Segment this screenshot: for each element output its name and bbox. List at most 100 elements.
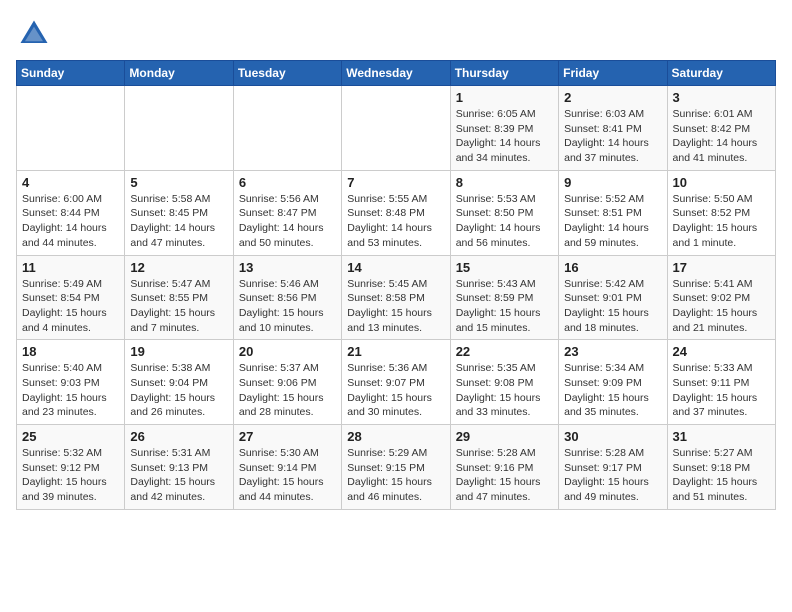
day-number: 27 [239,429,336,444]
day-detail: Sunrise: 5:49 AM Sunset: 8:54 PM Dayligh… [22,277,119,336]
day-cell: 9Sunrise: 5:52 AM Sunset: 8:51 PM Daylig… [559,170,667,255]
day-number: 1 [456,90,553,105]
day-number: 28 [347,429,444,444]
day-cell: 23 Sunrise: 5:34 AM Sunset: 9:09 PM Dayli… [559,340,667,425]
day-detail: Sunrise: 6:03 AM Sunset: 8:41 PM Dayligh… [564,107,661,166]
day-cell: 27 Sunrise: 5:30 AM Sunset: 9:14 PM Dayli… [233,425,341,510]
day-detail: Sunrise: 5:28 AM Sunset: 9:16 PM Dayligh… [456,446,553,505]
week-row-5: 25 Sunrise: 5:32 AM Sunset: 9:12 PM Dayli… [17,425,776,510]
day-number: 9 [564,175,661,190]
day-cell [233,86,341,171]
day-cell: 6 Sunrise: 5:56 AM Sunset: 8:47 PM Daylig… [233,170,341,255]
day-detail: Sunrise: 5:34 AM Sunset: 9:09 PM Dayligh… [564,361,661,420]
day-cell: 5 Sunrise: 5:58 AM Sunset: 8:45 PM Daylig… [125,170,233,255]
day-number: 24 [673,344,770,359]
day-cell: 12 Sunrise: 5:47 AM Sunset: 8:55 PM Dayli… [125,255,233,340]
day-detail: Sunrise: 5:40 AM Sunset: 9:03 PM Dayligh… [22,361,119,420]
day-cell: 2 Sunrise: 6:03 AM Sunset: 8:41 PM Daylig… [559,86,667,171]
day-cell: 3 Sunrise: 6:01 AM Sunset: 8:42 PM Daylig… [667,86,775,171]
day-number: 30 [564,429,661,444]
day-number: 18 [22,344,119,359]
logo [16,16,56,52]
day-number: 26 [130,429,227,444]
day-number: 29 [456,429,553,444]
day-cell: 15 Sunrise: 5:43 AM Sunset: 8:59 PM Dayli… [450,255,558,340]
day-detail: Sunrise: 5:41 AM Sunset: 9:02 PM Dayligh… [673,277,770,336]
column-header-monday: Monday [125,61,233,86]
day-cell: 8 Sunrise: 5:53 AM Sunset: 8:50 PM Daylig… [450,170,558,255]
day-cell [342,86,450,171]
day-detail: Sunrise: 5:30 AM Sunset: 9:14 PM Dayligh… [239,446,336,505]
day-number: 23 [564,344,661,359]
day-number: 11 [22,260,119,275]
day-number: 5 [130,175,227,190]
week-row-4: 18 Sunrise: 5:40 AM Sunset: 9:03 PM Dayli… [17,340,776,425]
day-number: 13 [239,260,336,275]
day-detail: Sunrise: 6:01 AM Sunset: 8:42 PM Dayligh… [673,107,770,166]
day-number: 4 [22,175,119,190]
day-number: 25 [22,429,119,444]
day-cell: 26 Sunrise: 5:31 AM Sunset: 9:13 PM Dayli… [125,425,233,510]
day-number: 31 [673,429,770,444]
day-detail: Sunrise: 5:29 AM Sunset: 9:15 PM Dayligh… [347,446,444,505]
day-cell: 31 Sunrise: 5:27 AM Sunset: 9:18 PM Dayli… [667,425,775,510]
day-cell: 25 Sunrise: 5:32 AM Sunset: 9:12 PM Dayli… [17,425,125,510]
day-cell: 29 Sunrise: 5:28 AM Sunset: 9:16 PM Dayli… [450,425,558,510]
day-cell: 4 Sunrise: 6:00 AM Sunset: 8:44 PM Daylig… [17,170,125,255]
day-number: 3 [673,90,770,105]
day-cell: 30 Sunrise: 5:28 AM Sunset: 9:17 PM Dayli… [559,425,667,510]
day-cell: 10Sunrise: 5:50 AM Sunset: 8:52 PM Dayli… [667,170,775,255]
column-header-friday: Friday [559,61,667,86]
day-detail: Sunrise: 5:45 AM Sunset: 8:58 PM Dayligh… [347,277,444,336]
day-number: 15 [456,260,553,275]
day-number: 7 [347,175,444,190]
week-row-2: 4 Sunrise: 6:00 AM Sunset: 8:44 PM Daylig… [17,170,776,255]
day-detail: Sunrise: 5:58 AM Sunset: 8:45 PM Dayligh… [130,192,227,251]
day-detail: Sunrise: 5:27 AM Sunset: 9:18 PM Dayligh… [673,446,770,505]
day-detail: Sunrise: 5:35 AM Sunset: 9:08 PM Dayligh… [456,361,553,420]
page-header [16,16,776,52]
day-detail: Sunrise: 5:56 AM Sunset: 8:47 PM Dayligh… [239,192,336,251]
day-detail: Sunrise: 5:43 AM Sunset: 8:59 PM Dayligh… [456,277,553,336]
day-number: 8 [456,175,553,190]
day-cell: 1 Sunrise: 6:05 AM Sunset: 8:39 PM Daylig… [450,86,558,171]
day-cell [17,86,125,171]
day-cell: 22Sunrise: 5:35 AM Sunset: 9:08 PM Dayli… [450,340,558,425]
day-number: 17 [673,260,770,275]
day-number: 14 [347,260,444,275]
day-number: 19 [130,344,227,359]
day-detail: Sunrise: 5:31 AM Sunset: 9:13 PM Dayligh… [130,446,227,505]
column-header-tuesday: Tuesday [233,61,341,86]
day-detail: Sunrise: 5:37 AM Sunset: 9:06 PM Dayligh… [239,361,336,420]
day-cell: 21 Sunrise: 5:36 AM Sunset: 9:07 PM Dayli… [342,340,450,425]
day-cell: 16Sunrise: 5:42 AM Sunset: 9:01 PM Dayli… [559,255,667,340]
day-detail: Sunrise: 5:46 AM Sunset: 8:56 PM Dayligh… [239,277,336,336]
day-detail: Sunrise: 5:53 AM Sunset: 8:50 PM Dayligh… [456,192,553,251]
day-cell: 28 Sunrise: 5:29 AM Sunset: 9:15 PM Dayli… [342,425,450,510]
column-header-sunday: Sunday [17,61,125,86]
day-cell: 18 Sunrise: 5:40 AM Sunset: 9:03 PM Dayli… [17,340,125,425]
day-number: 20 [239,344,336,359]
day-number: 2 [564,90,661,105]
day-number: 21 [347,344,444,359]
day-detail: Sunrise: 5:38 AM Sunset: 9:04 PM Dayligh… [130,361,227,420]
logo-icon [16,16,52,52]
day-detail: Sunrise: 5:47 AM Sunset: 8:55 PM Dayligh… [130,277,227,336]
day-cell: 17 Sunrise: 5:41 AM Sunset: 9:02 PM Dayli… [667,255,775,340]
day-detail: Sunrise: 5:36 AM Sunset: 9:07 PM Dayligh… [347,361,444,420]
day-cell: 13 Sunrise: 5:46 AM Sunset: 8:56 PM Dayli… [233,255,341,340]
day-number: 12 [130,260,227,275]
day-cell: 20 Sunrise: 5:37 AM Sunset: 9:06 PM Dayli… [233,340,341,425]
calendar-header-row: SundayMondayTuesdayWednesdayThursdayFrid… [17,61,776,86]
day-cell: 14 Sunrise: 5:45 AM Sunset: 8:58 PM Dayli… [342,255,450,340]
day-detail: Sunrise: 5:32 AM Sunset: 9:12 PM Dayligh… [22,446,119,505]
day-cell: 7 Sunrise: 5:55 AM Sunset: 8:48 PM Daylig… [342,170,450,255]
day-detail: Sunrise: 5:55 AM Sunset: 8:48 PM Dayligh… [347,192,444,251]
day-detail: Sunrise: 6:00 AM Sunset: 8:44 PM Dayligh… [22,192,119,251]
day-number: 6 [239,175,336,190]
day-detail: Sunrise: 5:50 AM Sunset: 8:52 PM Dayligh… [673,192,770,251]
day-detail: Sunrise: 5:28 AM Sunset: 9:17 PM Dayligh… [564,446,661,505]
column-header-saturday: Saturday [667,61,775,86]
day-cell: 11 Sunrise: 5:49 AM Sunset: 8:54 PM Dayli… [17,255,125,340]
day-detail: Sunrise: 6:05 AM Sunset: 8:39 PM Dayligh… [456,107,553,166]
